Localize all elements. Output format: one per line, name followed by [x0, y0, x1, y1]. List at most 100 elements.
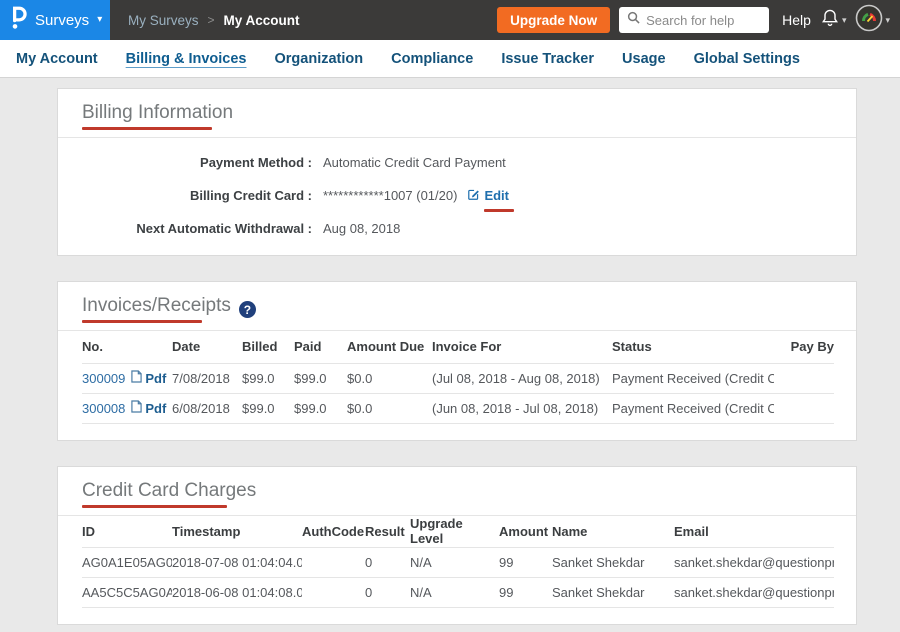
invoice-amount-due: $0.0 — [347, 363, 432, 393]
notifications-menu[interactable]: ▾ — [820, 7, 847, 33]
col-authcode: AuthCode — [302, 516, 365, 548]
invoice-pdf-link[interactable]: Pdf — [131, 370, 166, 386]
invoice-row: 300008 Pdf 6/08/2018 $99.0 $99.0 $0.0 (Ju… — [82, 393, 834, 423]
account-nav: My Account Billing & Invoices Organizati… — [0, 40, 900, 78]
tab-compliance[interactable]: Compliance — [377, 51, 487, 67]
bell-icon — [820, 7, 840, 33]
invoices-receipts-title: Invoices/Receipts — [82, 295, 231, 316]
tab-organization[interactable]: Organization — [261, 51, 378, 67]
annotation-underline — [82, 127, 212, 130]
col-result: Result — [365, 516, 410, 548]
charge-name: Sanket Shekdar — [552, 578, 674, 608]
upgrade-now-button[interactable]: Upgrade Now — [497, 7, 610, 33]
charge-amount: 99 — [499, 578, 552, 608]
charges-table: ID Timestamp AuthCode Result Upgrade Lev… — [82, 516, 834, 609]
charge-id: AA5C5C5AG0A — [82, 578, 172, 608]
breadcrumb-parent[interactable]: My Surveys — [128, 13, 199, 28]
col-amount-due: Amount Due — [347, 331, 432, 363]
help-link[interactable]: Help — [782, 12, 811, 28]
chevron-down-icon: ▾ — [885, 15, 890, 26]
pdf-file-icon — [131, 400, 142, 416]
tab-issue-tracker[interactable]: Issue Tracker — [487, 51, 608, 67]
charge-upgrade-level: N/A — [410, 548, 499, 578]
charge-result: 0 — [365, 548, 410, 578]
invoices-receipts-card: Invoices/Receipts ? No. Date Billed Paid… — [57, 281, 857, 441]
charge-timestamp: 2018-07-08 01:04:04.0 — [172, 548, 302, 578]
top-bar: Surveys ▾ My Surveys > My Account Upgrad… — [0, 0, 900, 40]
product-switcher[interactable]: Surveys ▾ — [0, 0, 110, 40]
invoices-table: No. Date Billed Paid Amount Due Invoice … — [82, 331, 834, 424]
col-timestamp: Timestamp — [172, 516, 302, 548]
annotation-underline — [484, 209, 514, 212]
help-icon[interactable]: ? — [239, 301, 256, 318]
search-input[interactable] — [646, 13, 761, 28]
invoice-date: 7/08/2018 — [172, 363, 242, 393]
chevron-down-icon: ▾ — [97, 15, 102, 25]
annotation-underline — [82, 505, 227, 508]
col-no: No. — [82, 331, 172, 363]
invoice-number-link[interactable]: 300008 — [82, 401, 125, 416]
charge-timestamp: 2018-06-08 01:04:08.0 — [172, 578, 302, 608]
invoice-row: 300009 Pdf 7/08/2018 $99.0 $99.0 $0.0 (Ju… — [82, 363, 834, 393]
payment-method-row: Payment Method : Automatic Credit Card P… — [82, 146, 832, 179]
billing-credit-card-row: Billing Credit Card : ************1007 (… — [82, 179, 832, 212]
breadcrumb-separator-icon: > — [208, 13, 215, 27]
col-upgrade-level: Upgrade Level — [410, 516, 499, 548]
col-date: Date — [172, 331, 242, 363]
invoice-paid: $99.0 — [294, 393, 347, 423]
billing-information-card: Billing Information Payment Method : Aut… — [57, 88, 857, 256]
invoice-for: (Jun 08, 2018 - Jul 08, 2018) — [432, 393, 612, 423]
invoice-status: Payment Received (Credit Card) — [612, 393, 774, 423]
col-name: Name — [552, 516, 674, 548]
edit-card-link[interactable]: Edit — [484, 188, 509, 203]
pdf-file-icon — [131, 370, 142, 386]
questionpro-logo-icon — [10, 5, 27, 35]
charge-id: AG0A1E05AG0A — [82, 548, 172, 578]
annotation-underline — [82, 320, 202, 323]
tab-my-account[interactable]: My Account — [2, 51, 112, 67]
invoice-billed: $99.0 — [242, 393, 294, 423]
invoice-for: (Jul 08, 2018 - Aug 08, 2018) — [432, 363, 612, 393]
charge-email: sanket.shekdar@questionpro.com — [674, 548, 834, 578]
invoice-pdf-link[interactable]: Pdf — [131, 400, 166, 416]
charge-upgrade-level: N/A — [410, 578, 499, 608]
billing-credit-card-value: ************1007 (01/20) — [323, 188, 457, 203]
col-status: Status — [612, 331, 774, 363]
credit-card-charges-card: Credit Card Charges ID Timestamp AuthCod… — [57, 466, 857, 626]
breadcrumb-current: My Account — [224, 13, 300, 28]
invoice-paid: $99.0 — [294, 363, 347, 393]
page-content: Billing Information Payment Method : Aut… — [0, 78, 900, 632]
help-search[interactable] — [619, 7, 769, 33]
next-withdrawal-label: Next Automatic Withdrawal : — [82, 221, 312, 236]
payment-method-label: Payment Method : — [82, 155, 312, 170]
billing-credit-card-label: Billing Credit Card : — [82, 188, 312, 203]
col-id: ID — [82, 516, 172, 548]
charge-row: AG0A1E05AG0A 2018-07-08 01:04:04.0 0 N/A… — [82, 548, 834, 578]
avatar — [855, 4, 883, 37]
invoice-date: 6/08/2018 — [172, 393, 242, 423]
charge-row: AA5C5C5AG0A 2018-06-08 01:04:08.0 0 N/A … — [82, 578, 834, 608]
charge-name: Sanket Shekdar — [552, 548, 674, 578]
col-email: Email — [674, 516, 834, 548]
breadcrumb: My Surveys > My Account — [110, 13, 300, 28]
charge-amount: 99 — [499, 548, 552, 578]
invoice-pay-by — [774, 363, 834, 393]
tab-global-settings[interactable]: Global Settings — [680, 51, 814, 67]
tab-usage[interactable]: Usage — [608, 51, 680, 67]
charges-header-row: ID Timestamp AuthCode Result Upgrade Lev… — [82, 516, 834, 548]
next-withdrawal-value: Aug 08, 2018 — [323, 221, 400, 236]
edit-pencil-icon[interactable] — [467, 188, 480, 204]
next-withdrawal-row: Next Automatic Withdrawal : Aug 08, 2018 — [82, 212, 832, 245]
credit-card-charges-title: Credit Card Charges — [82, 480, 256, 502]
chevron-down-icon: ▾ — [842, 15, 847, 26]
tab-billing-invoices[interactable]: Billing & Invoices — [112, 51, 261, 67]
charge-result: 0 — [365, 578, 410, 608]
invoice-billed: $99.0 — [242, 363, 294, 393]
account-menu[interactable]: ▾ — [855, 4, 890, 37]
invoice-number-link[interactable]: 300009 — [82, 371, 125, 386]
charge-authcode — [302, 548, 365, 578]
charge-email: sanket.shekdar@questionpro.com — [674, 578, 834, 608]
col-pay-by: Pay By — [774, 331, 834, 363]
billing-information-title: Billing Information — [82, 102, 233, 124]
invoice-amount-due: $0.0 — [347, 393, 432, 423]
